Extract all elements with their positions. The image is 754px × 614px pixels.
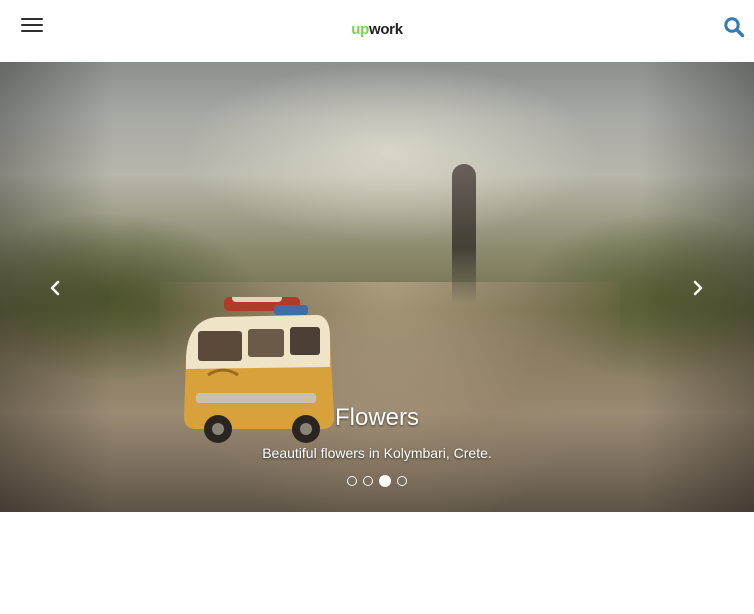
search-icon (724, 17, 745, 38)
logo-work-text: work (368, 21, 403, 38)
prev-label: Previous (0, 62, 1, 63)
carousel-indicator-dot[interactable] (363, 476, 373, 486)
caption-text: Beautiful flowers in Kolymbari, Crete. (262, 445, 492, 461)
carousel-indicator-dot[interactable] (379, 475, 391, 487)
blurred-figure (452, 164, 476, 304)
brand-logo[interactable]: upwork (0, 20, 754, 40)
carousel-indicator-dot[interactable] (347, 476, 357, 486)
carousel-indicators (0, 475, 754, 487)
search-button[interactable] (723, 16, 745, 38)
logo-up-text: up (351, 21, 369, 38)
next-label: Next (641, 62, 642, 63)
chevron-right-icon (693, 280, 703, 296)
chevron-left-icon (50, 280, 60, 296)
carousel-caption: Flowers Beautiful flowers in Kolymbari, … (0, 402, 754, 463)
navbar: upwork (0, 0, 754, 62)
image-carousel: Previous Next Flowers Beautiful flowers … (0, 62, 754, 512)
caption-title: Flowers (334, 404, 419, 431)
carousel-indicator-dot[interactable] (397, 476, 407, 486)
